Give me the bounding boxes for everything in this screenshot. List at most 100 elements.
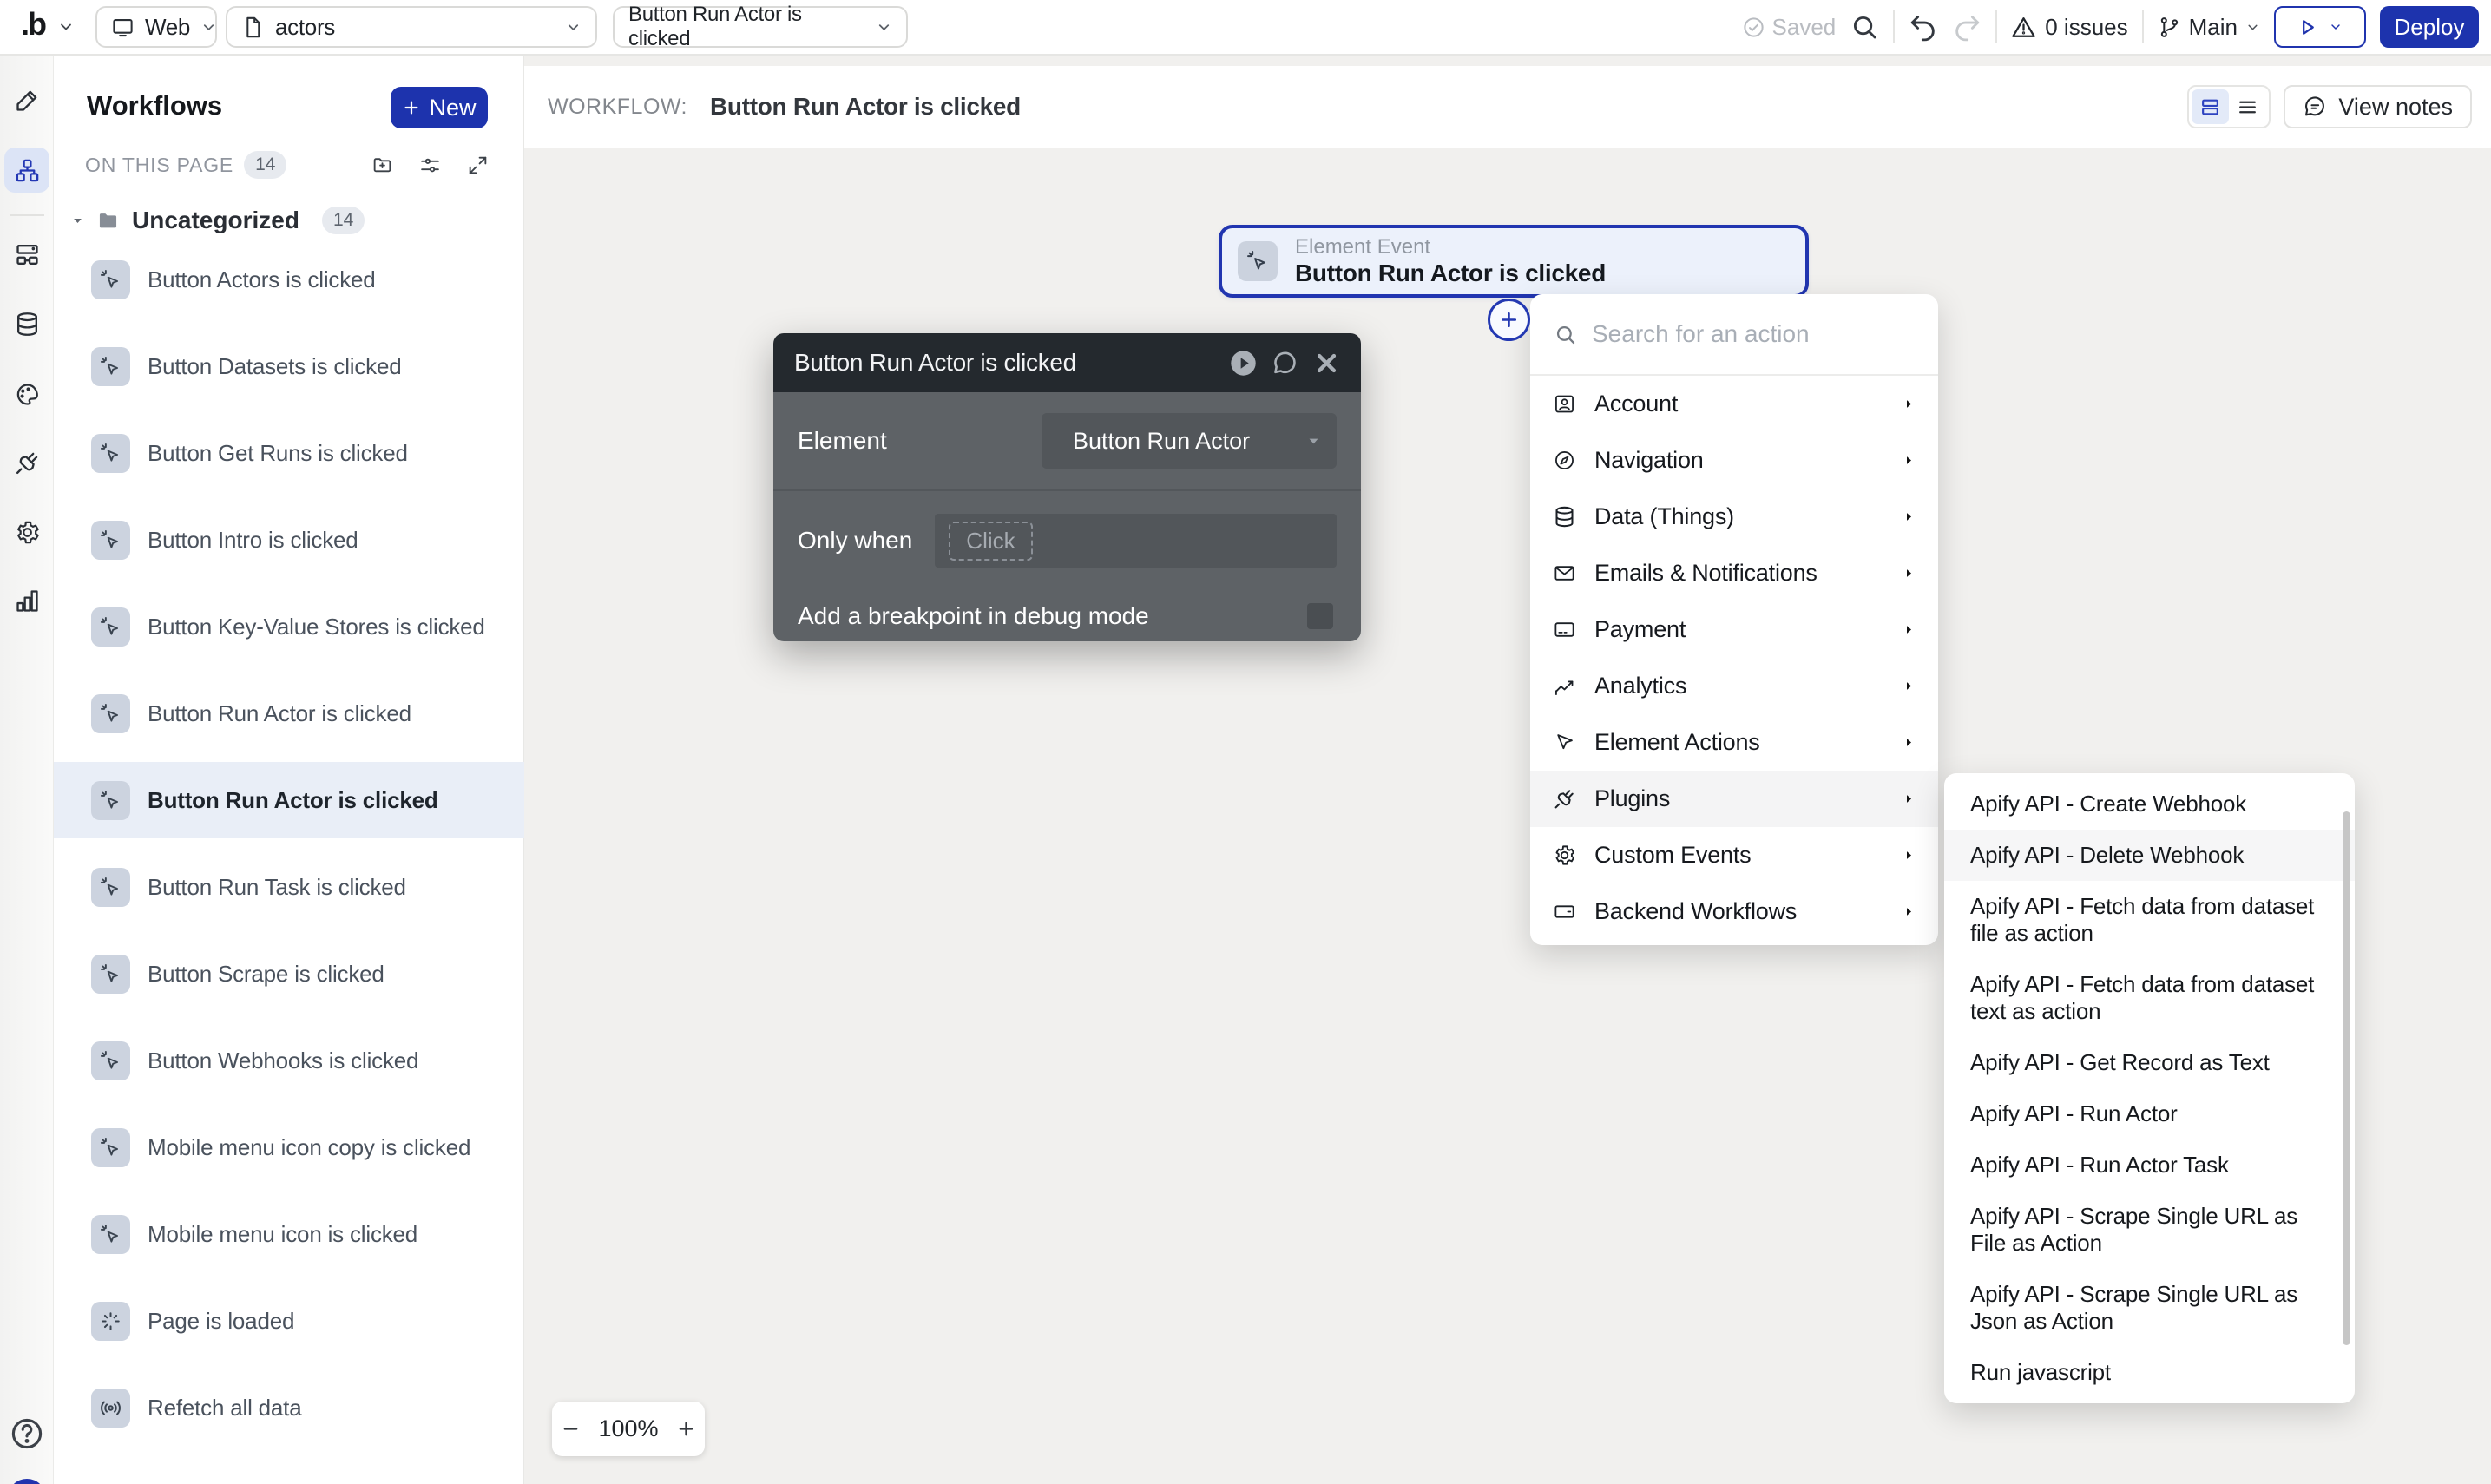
view-toggle: [2187, 85, 2271, 128]
element-dropdown-value: Button Run Actor: [1073, 427, 1251, 454]
workflow-list-item[interactable]: Button Scrape is clicked: [54, 936, 524, 1012]
action-menu-item-label: Data (Things): [1594, 503, 1734, 529]
zoom-level: 100%: [598, 1415, 659, 1441]
rail-item-pencil[interactable]: [4, 77, 49, 122]
caret-down-icon: [71, 214, 84, 227]
plugin-action-item[interactable]: Apify API - Scrape Single URL as File as…: [1944, 1191, 2355, 1269]
list-view-button[interactable]: [2229, 89, 2266, 124]
caret-right-icon: [1903, 454, 1916, 467]
plugin-action-item[interactable]: Run javascript: [1944, 1347, 2355, 1398]
rail-item-palette[interactable]: [4, 371, 49, 417]
plugin-action-item[interactable]: Apify API - Run Actor: [1944, 1088, 2355, 1139]
workflow-title: Button Run Actor is clicked: [709, 93, 1021, 120]
expand-icon[interactable]: [467, 154, 489, 176]
action-search-input[interactable]: [1592, 320, 1915, 348]
search-icon[interactable]: [1850, 12, 1879, 42]
workflow-selector[interactable]: Button Run Actor is clicked: [613, 3, 908, 50]
help-icon[interactable]: [8, 1415, 46, 1453]
workflow-list-item[interactable]: Button Datasets is clicked: [54, 328, 524, 404]
plugin-action-item[interactable]: Apify API - Run Actor Task: [1944, 1139, 2355, 1191]
rail-item-plug[interactable]: [4, 440, 49, 485]
plugin-action-item[interactable]: Apify API - Scrape Single URL as Json as…: [1944, 1269, 2355, 1347]
action-menu-item[interactable]: Analytics: [1530, 658, 1938, 714]
action-menu-item[interactable]: Custom Events: [1530, 827, 1938, 883]
action-menu-item[interactable]: Navigation: [1530, 432, 1938, 489]
workflow-item-label: Button Scrape is clicked: [148, 960, 384, 987]
cursor-click-icon: [91, 1214, 130, 1254]
action-menu-item[interactable]: Backend Workflows: [1530, 883, 1938, 940]
plugin-action-item[interactable]: Apify API - Get Record as Text: [1944, 1037, 2355, 1088]
workflow-list-item[interactable]: Button Run Task is clicked: [54, 849, 524, 925]
workflow-list-item[interactable]: Button Get Runs is clicked: [54, 415, 524, 491]
action-menu-item-label: Emails & Notifications: [1594, 560, 1817, 586]
workflow-canvas: WORKFLOW: Button Run Actor is clicked Vi…: [524, 56, 2491, 1484]
deploy-button[interactable]: Deploy: [2380, 6, 2479, 48]
event-node[interactable]: Element Event Button Run Actor is clicke…: [1219, 225, 1809, 298]
app-menu-chevron-icon[interactable]: [57, 18, 75, 36]
workflow-list-item[interactable]: Button Run Actor is clicked: [54, 762, 524, 838]
rail-item-chart[interactable]: [4, 578, 49, 623]
comment-icon[interactable]: [1272, 350, 1298, 377]
workflow-list-item[interactable]: Button Actors is clicked: [54, 241, 524, 318]
workflow-list-item[interactable]: Button Webhooks is clicked: [54, 1022, 524, 1099]
add-folder-icon[interactable]: [371, 154, 393, 176]
zoom-in-icon[interactable]: [676, 1419, 696, 1439]
add-action-button[interactable]: [1488, 299, 1530, 341]
rail-item-workflow[interactable]: [4, 148, 49, 193]
folder-uncategorized[interactable]: Uncategorized 14: [71, 201, 365, 240]
workflow-list-item[interactable]: Page is loaded: [54, 1283, 524, 1359]
plugin-action-item[interactable]: Apify API - Delete Webhook: [1944, 830, 2355, 881]
only-when-placeholder[interactable]: Click: [949, 521, 1033, 561]
workflow-list-item[interactable]: Mobile menu icon is clicked: [54, 1196, 524, 1272]
action-menu-item[interactable]: Element Actions: [1530, 714, 1938, 771]
action-menu-item[interactable]: Plugins: [1530, 771, 1938, 827]
workflow-list-item[interactable]: Button Key-Value Stores is clicked: [54, 588, 524, 665]
run-icon[interactable]: [1230, 350, 1257, 377]
action-menu-item[interactable]: Payment: [1530, 601, 1938, 658]
dialog-header[interactable]: Button Run Actor is clicked: [773, 333, 1361, 392]
branch-selector[interactable]: Main: [2158, 14, 2260, 41]
avatar[interactable]: I: [8, 1479, 46, 1484]
rail-item-database[interactable]: [4, 301, 49, 346]
scrollbar-thumb[interactable]: [2343, 811, 2350, 1345]
cursor-click-icon: [91, 1127, 130, 1167]
canvas-header: WORKFLOW: Button Run Actor is clicked Vi…: [524, 66, 2491, 148]
filter-icon[interactable]: [419, 154, 441, 176]
plugin-action-item[interactable]: Apify API - Fetch data from dataset text…: [1944, 959, 2355, 1037]
plugin-action-label: Apify API - Scrape Single URL as Json as…: [1970, 1281, 2298, 1334]
workflow-list-item[interactable]: Button Intro is clicked: [54, 502, 524, 578]
rail-item-slots[interactable]: [4, 232, 49, 277]
view-notes-button[interactable]: View notes: [2284, 85, 2472, 128]
node-title: Button Run Actor is clicked: [1295, 259, 1607, 286]
workflows-sidebar: Workflows New ON THIS PAGE 14 Uncategori…: [54, 56, 524, 1484]
plugins-submenu-list: Apify API - Create Webhook Apify API - D…: [1944, 778, 2355, 1398]
issues-button[interactable]: 0 issues: [2011, 14, 2128, 41]
breakpoint-checkbox[interactable]: [1307, 602, 1333, 629]
undo-icon[interactable]: [1909, 12, 1938, 42]
workflow-list-item[interactable]: Mobile menu icon copy is clicked: [54, 1109, 524, 1185]
preview-button[interactable]: [2274, 6, 2366, 48]
chevron-down-icon: [876, 19, 892, 36]
redo-icon[interactable]: [1952, 12, 1982, 42]
close-icon[interactable]: [1313, 350, 1340, 377]
zoom-out-icon[interactable]: [561, 1419, 581, 1439]
device-selector[interactable]: Web: [95, 6, 217, 48]
action-menu-item[interactable]: Account: [1530, 376, 1938, 432]
page-selector[interactable]: actors: [226, 6, 597, 48]
workflow-list: Button Actors is clicked Button Datasets…: [54, 241, 524, 1456]
view-notes-label: View notes: [2338, 93, 2453, 120]
workflow-list-item[interactable]: Refetch all data: [54, 1369, 524, 1446]
page-selector-label: actors: [275, 13, 336, 40]
action-menu-item[interactable]: Data (Things): [1530, 489, 1938, 545]
element-dropdown[interactable]: Button Run Actor: [1042, 413, 1337, 469]
dialog-title: Button Run Actor is clicked: [794, 349, 1076, 376]
cards-view-button[interactable]: [2192, 89, 2230, 124]
action-menu-item[interactable]: Emails & Notifications: [1530, 545, 1938, 601]
plugin-action-item[interactable]: Apify API - Fetch data from dataset file…: [1944, 881, 2355, 959]
plugin-action-label: Apify API - Create Webhook: [1970, 791, 2247, 817]
only-when-input[interactable]: Click: [935, 514, 1337, 568]
new-workflow-button[interactable]: New: [391, 87, 488, 128]
plugin-action-item[interactable]: Apify API - Create Webhook: [1944, 778, 2355, 830]
workflow-list-item[interactable]: Button Run Actor is clicked: [54, 675, 524, 752]
rail-item-gear[interactable]: [4, 509, 49, 555]
